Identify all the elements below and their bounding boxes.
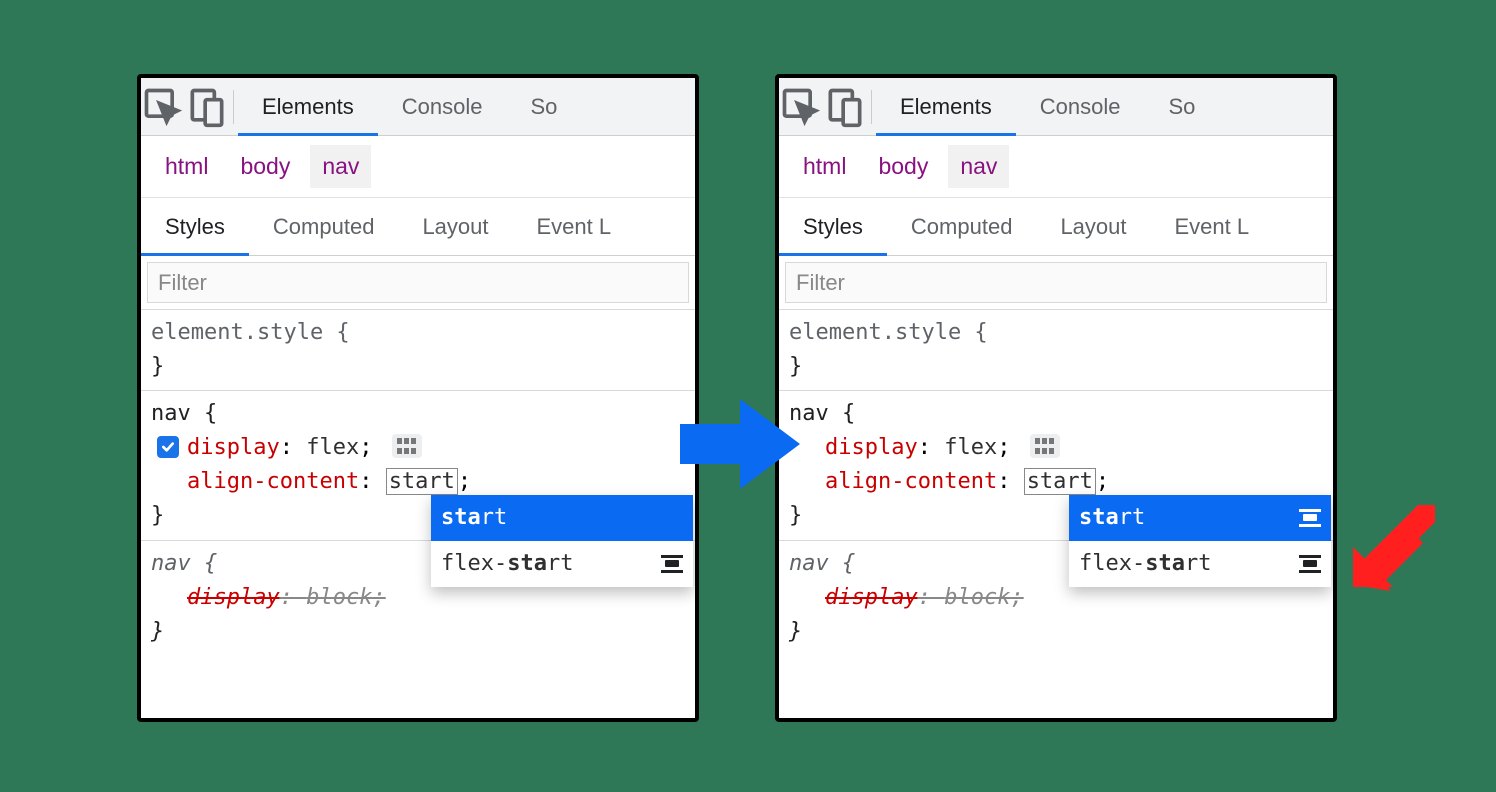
decl-display[interactable]: display: flex; [789,431,1323,465]
tab-console[interactable]: Console [378,78,507,136]
toolbar-separator [871,90,872,124]
css-property[interactable]: display [825,435,918,460]
subtab-event-listeners-truncated[interactable]: Event L [513,198,636,256]
rule-nav[interactable]: nav { display: flex; align-content: star… [141,391,695,540]
filter-input[interactable]: Filter [147,262,689,303]
styles-pane: element.style { } nav { display: flex; a… [141,310,695,655]
tab-sources-truncated[interactable]: So [1144,78,1219,136]
devtools-panel-before: Elements Console So html body nav Styles… [137,74,699,722]
device-toggle-icon[interactable] [185,78,229,136]
decl-display[interactable]: display: flex; [151,431,685,465]
crumb-nav[interactable]: nav [948,145,1009,188]
devtools-toolbar: Elements Console So [779,78,1333,136]
selector-element-style: element.style { [151,320,350,345]
css-value[interactable]: flex [306,435,359,460]
tab-elements[interactable]: Elements [876,78,1016,136]
styles-subtabs: Styles Computed Layout Event L [141,198,695,256]
flex-editor-icon[interactable] [392,434,422,458]
tab-sources-truncated[interactable]: So [506,78,581,136]
css-property[interactable]: align-content [187,469,359,494]
breadcrumb: html body nav [141,136,695,198]
subtab-computed[interactable]: Computed [887,198,1037,256]
css-value-editing[interactable]: start [1024,468,1096,495]
css-value-overridden: block [944,585,1010,610]
styles-subtabs: Styles Computed Layout Event L [779,198,1333,256]
rule-element-style[interactable]: element.style { } [779,310,1333,391]
close-brace: } [151,503,164,528]
autocomplete-dropdown: start flex-start [1069,495,1331,587]
subtab-computed[interactable]: Computed [249,198,399,256]
annotation-arrow-icon [1345,505,1435,595]
tab-console[interactable]: Console [1016,78,1145,136]
devtools-panel-after: Elements Console So html body nav Styles… [775,74,1337,722]
close-brace: } [789,619,802,644]
breadcrumb: html body nav [779,136,1333,198]
subtab-styles[interactable]: Styles [779,198,887,256]
close-brace: } [789,354,802,379]
css-value-overridden: block [306,585,372,610]
autocomplete-dropdown: start flex-start [431,495,693,587]
css-value[interactable]: flex [944,435,997,460]
autocomplete-option-start[interactable]: start [431,495,693,541]
align-start-icon [1299,555,1321,573]
filter-row: Filter [141,256,695,310]
css-value-editing[interactable]: start [386,468,458,495]
css-property-overridden: display [825,585,918,610]
devtools-toolbar: Elements Console So [141,78,695,136]
selector-nav-ua: nav { [151,551,217,576]
filter-row: Filter [779,256,1333,310]
toolbar-separator [233,90,234,124]
checkbox-icon[interactable] [157,436,179,458]
css-property[interactable]: display [187,435,280,460]
arrow-right-icon [680,394,800,494]
subtab-layout[interactable]: Layout [1036,198,1150,256]
crumb-nav[interactable]: nav [310,145,371,188]
styles-pane: element.style { } nav { display: flex; a… [779,310,1333,655]
autocomplete-option-flex-start[interactable]: flex-start [431,541,693,587]
selector-element-style: element.style { [789,320,988,345]
subtab-styles[interactable]: Styles [141,198,249,256]
close-brace: } [151,619,164,644]
device-toggle-icon[interactable] [823,78,867,136]
selector-nav-ua: nav { [789,551,855,576]
close-brace: } [151,354,164,379]
align-start-icon [661,555,683,573]
rule-element-style[interactable]: element.style { } [141,310,695,391]
autocomplete-option-start[interactable]: start [1069,495,1331,541]
crumb-html[interactable]: html [153,145,220,188]
subtab-event-listeners-truncated[interactable]: Event L [1151,198,1274,256]
crumb-html[interactable]: html [791,145,858,188]
crumb-body[interactable]: body [866,145,940,188]
css-property-overridden: display [187,585,280,610]
inspect-icon[interactable] [779,78,823,136]
rule-nav[interactable]: nav { display: flex; align-content: star… [779,391,1333,540]
crumb-body[interactable]: body [228,145,302,188]
tab-elements[interactable]: Elements [238,78,378,136]
flex-editor-icon[interactable] [1030,434,1060,458]
selector-nav: nav { [151,401,217,426]
autocomplete-option-flex-start[interactable]: flex-start [1069,541,1331,587]
css-property[interactable]: align-content [825,469,997,494]
close-brace: } [789,503,802,528]
align-start-icon [1299,509,1321,527]
filter-input[interactable]: Filter [785,262,1327,303]
inspect-icon[interactable] [141,78,185,136]
subtab-layout[interactable]: Layout [398,198,512,256]
